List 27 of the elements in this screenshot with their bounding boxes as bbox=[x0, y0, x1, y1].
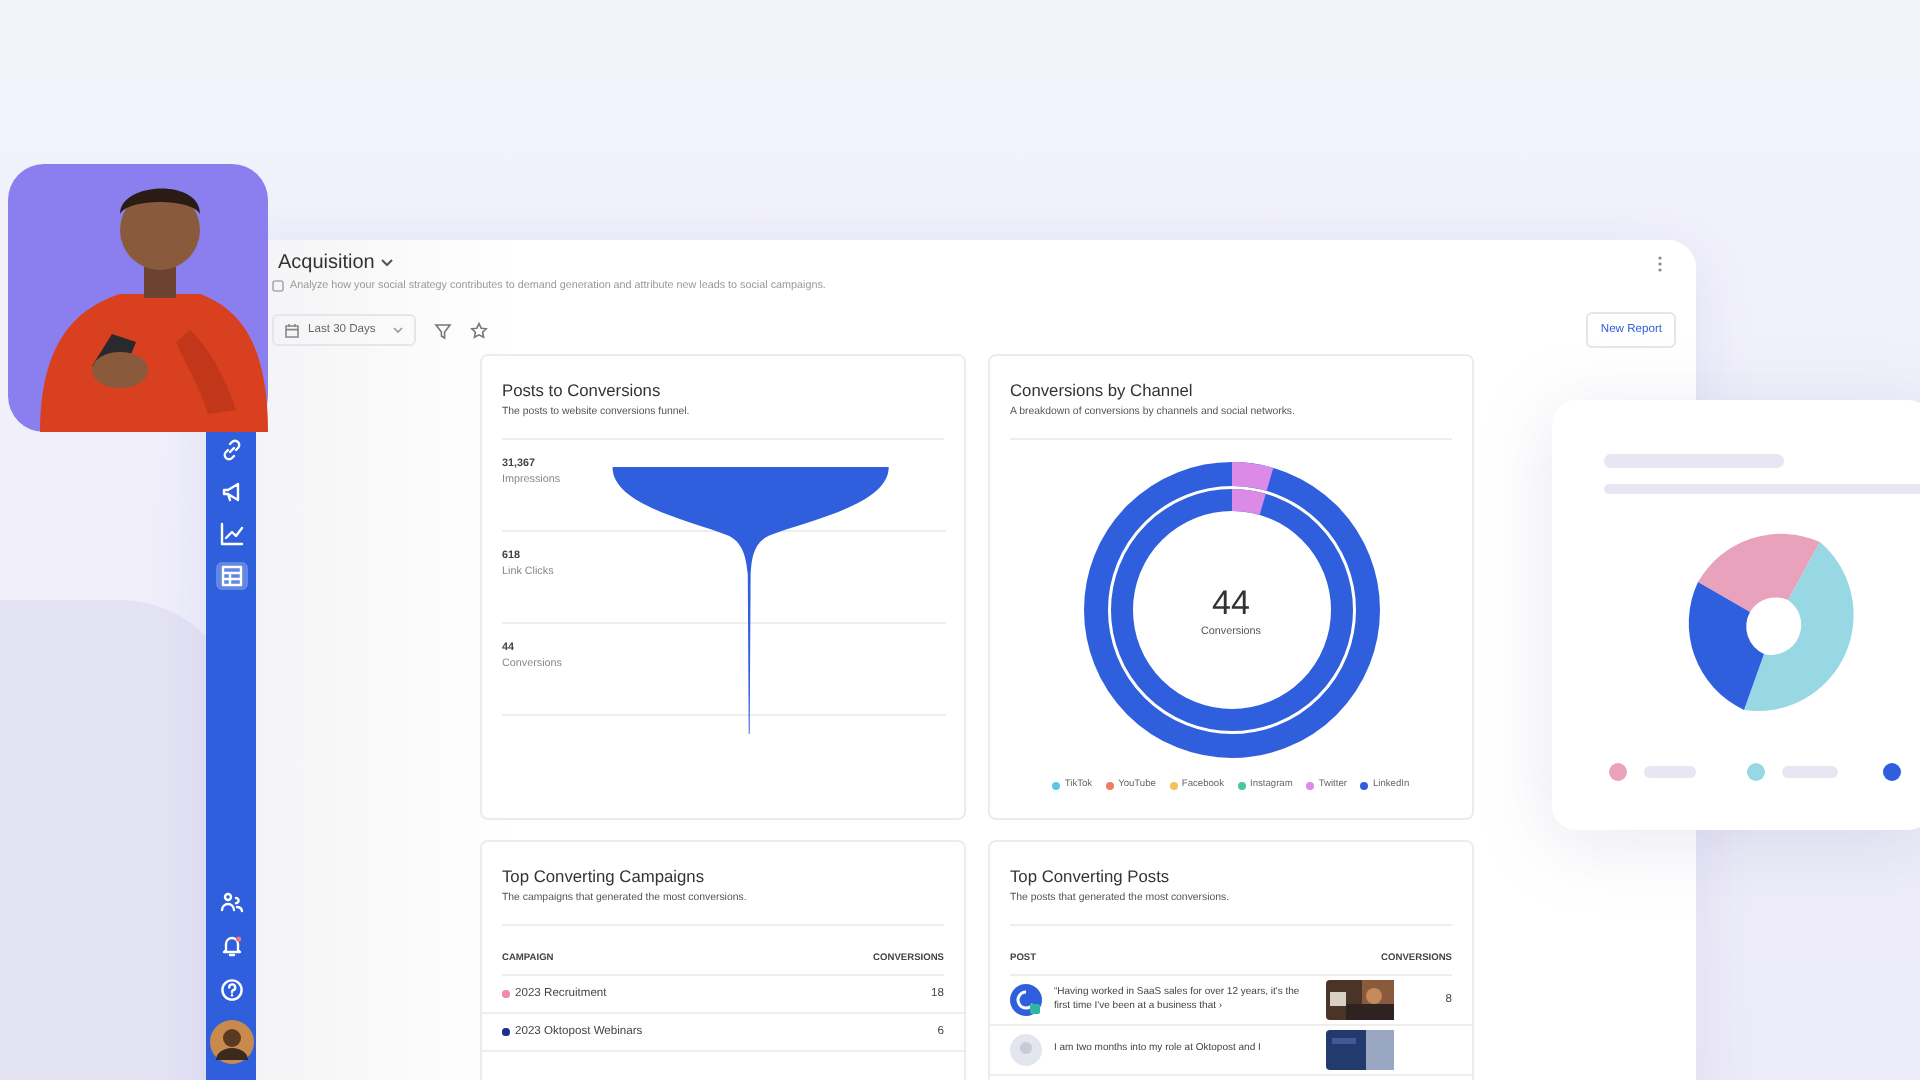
info-icon bbox=[272, 280, 284, 292]
star-icon[interactable] bbox=[470, 321, 488, 339]
link-icon bbox=[219, 438, 243, 462]
avatar-icon[interactable] bbox=[209, 1020, 253, 1064]
people-icon bbox=[219, 890, 243, 914]
calendar-icon bbox=[284, 322, 300, 338]
card-title: Posts to Conversions bbox=[502, 380, 663, 400]
more-icon[interactable] bbox=[1656, 253, 1664, 273]
sidebar-item[interactable] bbox=[215, 888, 247, 916]
chevron-down-icon bbox=[380, 258, 395, 268]
card-title: Top Converting Posts bbox=[1010, 866, 1172, 886]
avatar-icon bbox=[1010, 984, 1042, 1016]
avatar-icon bbox=[1010, 1034, 1042, 1066]
total-value: 44 bbox=[1212, 583, 1250, 623]
bell-icon bbox=[219, 934, 243, 958]
chart-icon bbox=[219, 522, 243, 546]
card-title: Conversions by Channel bbox=[1010, 380, 1195, 400]
filter-icon[interactable] bbox=[434, 321, 452, 339]
chevron-down-icon bbox=[392, 326, 404, 334]
sidebar-item[interactable] bbox=[215, 562, 247, 590]
table-icon bbox=[219, 564, 243, 588]
help-icon bbox=[219, 978, 243, 1002]
page-title-dropdown[interactable]: Acquisition bbox=[278, 252, 395, 274]
megaphone-icon bbox=[219, 480, 243, 504]
sidebar-item[interactable] bbox=[215, 976, 247, 1004]
sidebar-item[interactable] bbox=[215, 520, 247, 548]
card-title: Top Converting Campaigns bbox=[502, 866, 707, 886]
